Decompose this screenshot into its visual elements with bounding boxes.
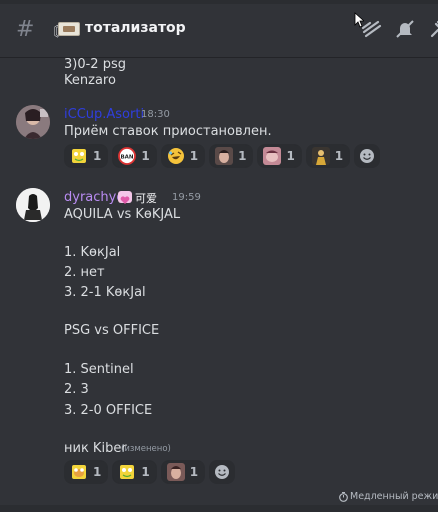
reaction-count: 1 (189, 149, 199, 163)
notification-muted-icon[interactable] (394, 18, 416, 40)
message-line: 2. 3 (64, 382, 89, 397)
reaction-sponge[interactable]: 1 (64, 144, 109, 168)
sponge-emoji-icon (120, 465, 135, 479)
figure-emoji-icon (311, 147, 330, 165)
message-line: 1. Sentinel (64, 362, 134, 377)
reaction-face[interactable]: 1 (160, 460, 206, 484)
avatar-image-icon (16, 188, 50, 222)
reaction-count: 1 (141, 465, 150, 479)
message-line: 3. 2-0 OFFICE (64, 403, 153, 418)
sponge-emoji-icon (72, 149, 86, 163)
face-emoji-icon (166, 463, 185, 481)
message-text: Приём ставок приостановлен. (64, 124, 272, 139)
username[interactable]: iCCup.Asorti (64, 107, 144, 122)
avatar[interactable] (16, 188, 50, 222)
username[interactable]: dyrachyo (64, 190, 124, 205)
message-line: 1. KөкJal (64, 245, 121, 260)
message-line: 3. 2-1 KөкJal (64, 285, 146, 300)
face-emoji-icon (215, 147, 234, 165)
hashtag-icon: # (16, 17, 35, 42)
ban-emoji-icon: BAN (118, 147, 137, 165)
message-line: 3)0-2 psg (64, 57, 126, 72)
reaction-count: 1 (334, 149, 344, 163)
smiley-icon (215, 465, 230, 479)
slowmode-notice: Медленный режим в (350, 491, 438, 502)
avatar[interactable] (16, 105, 50, 139)
message-line: 2. нет (64, 265, 105, 280)
sponge-hide-emoji-icon (72, 465, 86, 479)
mouse-cursor-icon (354, 12, 364, 28)
top-strip (0, 0, 438, 4)
add-reaction-button[interactable] (209, 460, 236, 484)
reaction-count: 1 (93, 465, 102, 479)
reaction-rofl[interactable]: 1 (160, 144, 206, 168)
edited-label: (изменено) (121, 444, 171, 454)
avatar-image-icon (16, 105, 50, 139)
pin-icon[interactable] (428, 18, 438, 40)
message-line: PSG vs OFFICE (64, 323, 160, 338)
reaction-sponge[interactable]: 1 (112, 460, 157, 484)
reaction-count: 1 (189, 465, 199, 479)
message-line: AQUILA vs KөKJAL (64, 207, 181, 222)
reaction-ban[interactable]: BAN 1 (112, 144, 157, 168)
user-tag: 可爱 (135, 192, 157, 205)
reactions-bar: 1 BAN 1 1 1 1 1 (64, 144, 381, 168)
rofl-emoji-icon (167, 148, 184, 164)
timestamp: 19:59 (172, 192, 201, 203)
reaction-sponge-hide[interactable]: 1 (64, 460, 109, 484)
reaction-count: 1 (141, 149, 150, 163)
channel-name[interactable]: тотализатор (85, 20, 186, 36)
message-line: ник Kiber (64, 441, 127, 456)
reaction-count: 1 (238, 149, 247, 163)
svg-text:BAN: BAN (121, 155, 134, 161)
reaction-blush[interactable]: 1 (257, 144, 302, 168)
composer-edge (0, 505, 438, 512)
smiley-icon (360, 149, 375, 163)
add-reaction-button[interactable] (354, 144, 381, 168)
reaction-figure[interactable]: 1 (305, 144, 351, 168)
slowmode-timer-icon (339, 492, 348, 502)
reactions-bar: 1 1 1 (64, 460, 236, 484)
reaction-count: 1 (93, 149, 102, 163)
reaction-face[interactable]: 1 (209, 144, 254, 168)
timestamp: 18:30 (141, 109, 170, 120)
reaction-count: 1 (286, 149, 295, 163)
blush-emoji-icon (263, 147, 282, 165)
heart-badge-icon (118, 191, 132, 204)
channel-header: # 〘 тотализатор (0, 0, 438, 58)
book-emoji-icon (58, 22, 80, 36)
message-line: Kenzaro (64, 73, 116, 88)
